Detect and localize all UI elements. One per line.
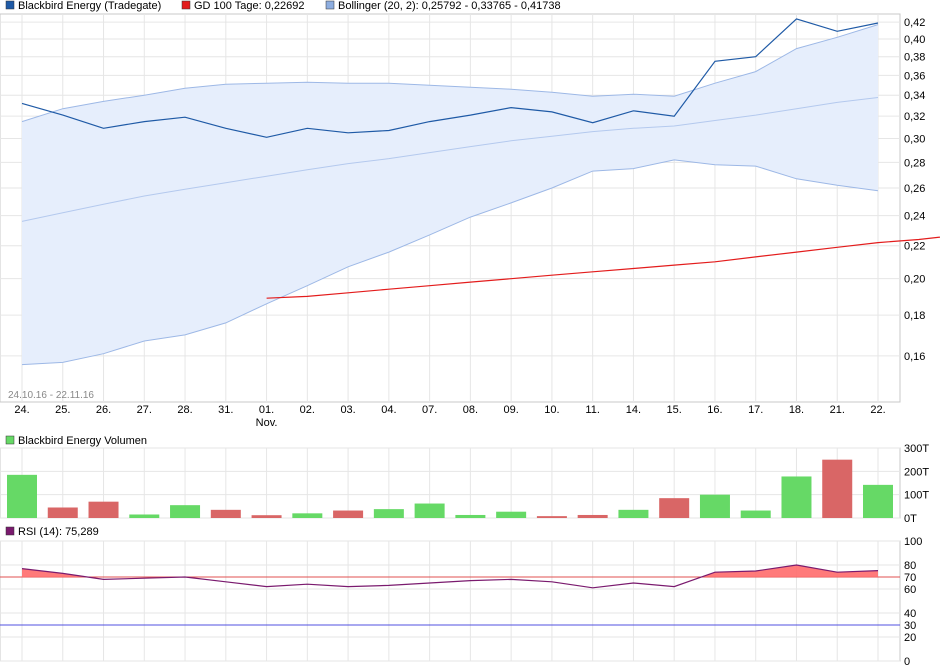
volume-y-axis: 300T 200T 100T 0T [904, 443, 929, 525]
rsi-legend-swatch [5, 526, 15, 536]
rsi-y-tick-label: 70 [904, 572, 916, 584]
price-x-tick-label: 16. [707, 404, 722, 416]
rsi-overbought-area [701, 565, 878, 577]
rsi-y-tick-label: 0 [904, 656, 910, 668]
price-x-tick-label: 21. [830, 404, 845, 416]
price-x-tick-label: 03. [340, 404, 355, 416]
rsi-y-tick-label: 80 [904, 560, 916, 572]
volume-bar [496, 511, 527, 518]
volume-bar [47, 507, 78, 518]
price-y-tick-label: 0,38 [904, 52, 925, 64]
price-y-tick-label: 0,22 [904, 241, 925, 253]
date-range-label: 24.10.16 - 22.11.16 [8, 390, 94, 401]
price-y-tick-label: 0,16 [904, 351, 925, 363]
volume-bar [373, 509, 404, 518]
volume-bar [863, 484, 893, 518]
price-x-axis: 24. 25. 26. 27. 28. 31. 01.Nov. 02. 03. 04. 07. 08.… [14, 404, 885, 429]
price-y-tick-label: 0,18 [904, 310, 925, 322]
volume-grid [0, 447, 900, 519]
volume-bar [659, 498, 690, 518]
price-x-tick-label: 31. [218, 404, 233, 416]
price-y-axis: 0,42 0,40 0,38 0,36 0,34 0,32 0,30 0,28 0,26 0,24… [904, 17, 925, 363]
price-y-tick-label: 0,40 [904, 34, 925, 46]
rsi-grid [0, 540, 900, 662]
price-legend-swatch-stock [5, 0, 15, 10]
price-x-tick-label: 28. [177, 404, 192, 416]
volume-y-tick-label: 100T [904, 490, 929, 502]
volume-bar [210, 509, 241, 518]
price-x-tick-label: 07. [422, 404, 437, 416]
volume-plot-frame [0, 447, 901, 519]
volume-bar [618, 509, 649, 518]
price-x-tick-label: 10. [544, 404, 559, 416]
price-y-tick-label: 0,24 [904, 211, 925, 223]
price-x-tick-label: 08. [463, 404, 478, 416]
price-y-tick-label: 0,28 [904, 157, 925, 169]
price-y-tick-label: 0,20 [904, 274, 925, 286]
price-x-month-label: Nov. [256, 417, 278, 429]
volume-panel: Blackbird Energy Volumen 300T 200T 100T 0T [0, 435, 929, 525]
volume-bar [333, 510, 364, 518]
rsi-y-tick-label: 20 [904, 632, 916, 644]
price-legend-swatch-bollinger [325, 0, 335, 10]
volume-bar [577, 514, 608, 518]
rsi-y-tick-label: 30 [904, 620, 916, 632]
volume-bar [170, 505, 201, 518]
volume-bar [129, 514, 160, 518]
price-y-tick-label: 0,34 [904, 90, 925, 102]
price-x-tick-label: 26. [96, 404, 111, 416]
volume-bar [822, 459, 853, 518]
price-legend-sma: GD 100 Tage: 0,22692 [194, 0, 305, 12]
volume-bar [781, 476, 812, 518]
rsi-y-tick-label: 100 [904, 536, 922, 548]
price-x-tick-label: 27. [137, 404, 152, 416]
price-x-tick-label: 22. [870, 404, 885, 416]
price-x-tick-label: 14. [626, 404, 641, 416]
price-x-tick-label: 01. [259, 404, 274, 416]
price-legend-stock: Blackbird Energy (Tradegate) [18, 0, 161, 12]
price-x-tick-label: 17. [748, 404, 763, 416]
volume-bar [699, 494, 730, 518]
stock-chart: Blackbird Energy (Tradegate) GD 100 Tage… [0, 0, 940, 668]
volume-bar [455, 514, 486, 518]
volume-bar [251, 515, 282, 518]
price-x-tick-label: 02. [300, 404, 315, 416]
price-legend-bollinger: Bollinger (20, 2): 0,25792 - 0,33765 - 0… [338, 0, 561, 12]
volume-bar [88, 501, 119, 518]
volume-bar [414, 503, 445, 518]
rsi-plot-frame [0, 540, 901, 662]
volume-bars [7, 459, 893, 518]
volume-y-tick-label: 0T [904, 513, 917, 525]
price-legend-swatch-sma [181, 0, 191, 10]
price-x-tick-label: 04. [381, 404, 396, 416]
volume-bar [292, 513, 323, 518]
price-x-tick-label: 15. [667, 404, 682, 416]
volume-legend: Blackbird Energy Volumen [18, 435, 147, 447]
price-x-tick-label: 24. [14, 404, 29, 416]
rsi-y-tick-label: 40 [904, 608, 916, 620]
price-x-tick-label: 25. [55, 404, 70, 416]
price-panel: Blackbird Energy (Tradegate) GD 100 Tage… [0, 0, 940, 429]
price-y-tick-label: 0,42 [904, 17, 925, 29]
volume-y-tick-label: 200T [904, 466, 929, 478]
price-y-tick-label: 0,32 [904, 111, 925, 123]
rsi-panel: RSI (14): 75,289 100 807060 403020 0 [0, 526, 922, 668]
price-x-tick-label: 18. [789, 404, 804, 416]
volume-legend-swatch [5, 435, 15, 445]
price-y-tick-label: 0,30 [904, 133, 925, 145]
rsi-y-tick-label: 60 [904, 584, 916, 596]
price-x-tick-label: 11. [585, 404, 599, 416]
price-x-tick-label: 09. [503, 404, 518, 416]
volume-bar [7, 474, 37, 518]
rsi-legend: RSI (14): 75,289 [18, 526, 99, 538]
price-y-tick-label: 0,36 [904, 70, 925, 82]
rsi-y-axis: 100 807060 403020 0 [904, 536, 922, 668]
volume-y-tick-label: 300T [904, 443, 929, 455]
price-y-tick-label: 0,26 [904, 183, 925, 195]
volume-bar [740, 510, 771, 518]
volume-bar [536, 516, 567, 518]
